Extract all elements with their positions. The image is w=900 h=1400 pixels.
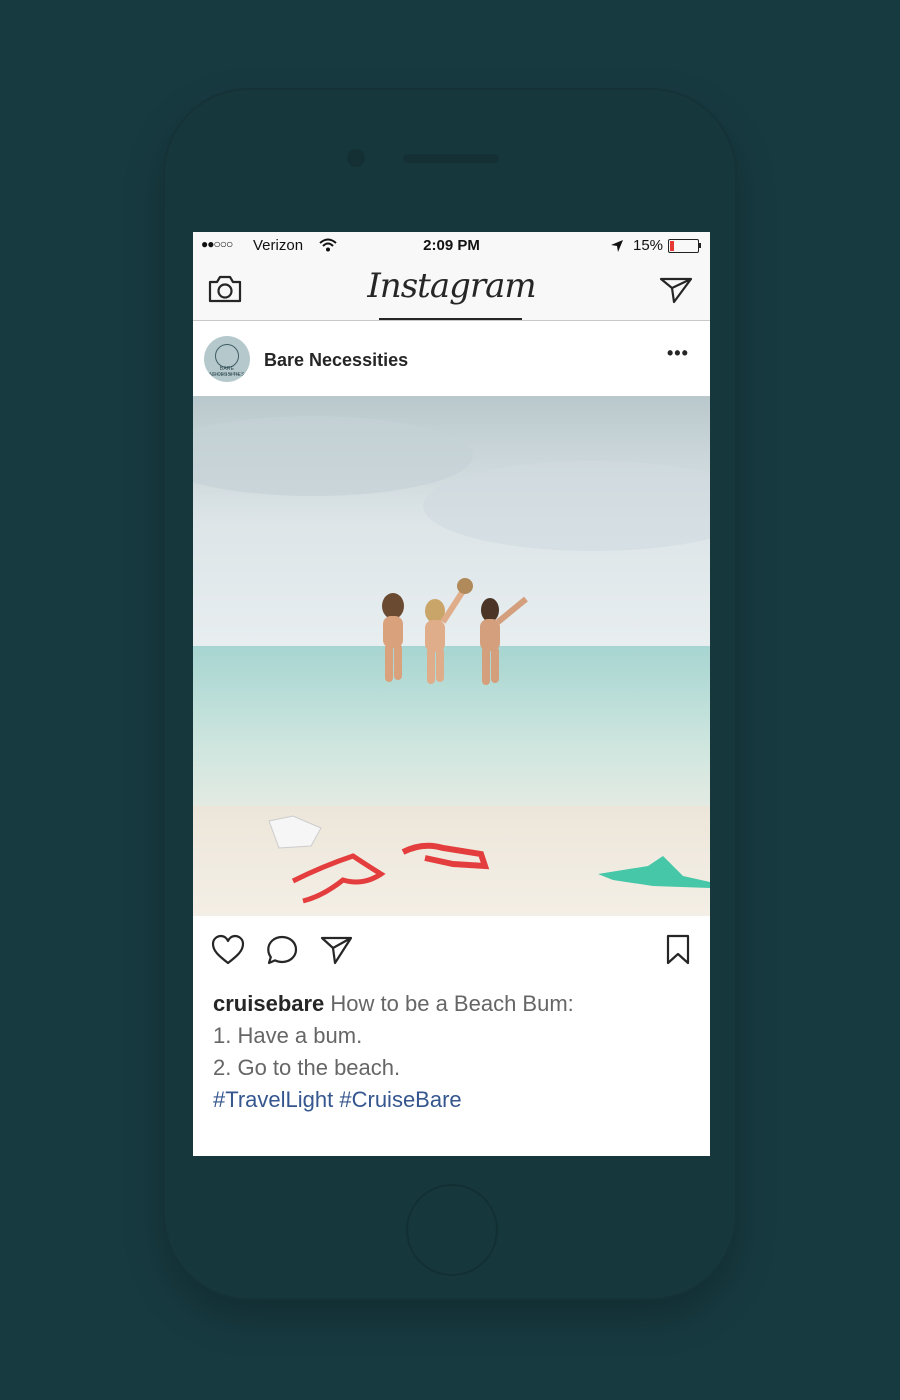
post-actions xyxy=(193,916,710,984)
caption-text-2: 1. Have a bum. xyxy=(213,1023,363,1048)
hashtag-travellight[interactable]: #TravelLight xyxy=(213,1087,333,1112)
sea xyxy=(193,646,710,816)
front-camera xyxy=(347,149,365,167)
battery-icon xyxy=(668,239,699,253)
avatar-text-sub: TOURS & TRAVEL xyxy=(214,372,240,376)
avatar-logo-mark xyxy=(215,344,239,368)
avatar[interactable]: BARE NECESSITIES TOURS & TRAVEL xyxy=(204,336,250,382)
post-header: BARE NECESSITIES TOURS & TRAVEL Bare Nec… xyxy=(193,321,710,396)
caption-text-3: 2. Go to the beach. xyxy=(213,1055,401,1080)
home-button[interactable] xyxy=(406,1184,498,1276)
instagram-logo: Instagram xyxy=(367,266,536,306)
paper-plane-icon[interactable] xyxy=(659,276,693,309)
figure-left xyxy=(382,593,404,682)
battery-cap xyxy=(699,243,701,248)
phone-screen: ●●○○○ Verizon 2:09 PM 15% Instagram BARE… xyxy=(193,232,710,1156)
bookmark-icon[interactable] xyxy=(665,934,691,971)
caption-hashtags: #TravelLight #CruiseBare xyxy=(213,1084,693,1116)
more-options-icon[interactable]: ••• xyxy=(667,343,689,364)
logo-underline xyxy=(379,318,522,320)
comment-icon[interactable] xyxy=(266,934,300,971)
post-account-name[interactable]: Bare Necessities xyxy=(264,350,408,371)
caption-line-1: cruisebare How to be a Beach Bum: xyxy=(213,988,693,1020)
location-arrow-icon xyxy=(610,239,624,257)
heart-icon[interactable] xyxy=(211,934,245,971)
post-caption: cruisebare How to be a Beach Bum: 1. Hav… xyxy=(213,988,693,1116)
share-icon[interactable] xyxy=(320,934,354,971)
battery-level xyxy=(670,241,675,251)
battery-percent: 15% xyxy=(633,237,664,254)
top-nav: Instagram xyxy=(193,258,710,321)
caption-username[interactable]: cruisebare xyxy=(213,991,324,1016)
post-photo[interactable] xyxy=(193,396,710,916)
status-bar: ●●○○○ Verizon 2:09 PM 15% xyxy=(193,232,710,258)
caption-text-1: How to be a Beach Bum: xyxy=(330,991,574,1016)
earpiece-speaker xyxy=(403,154,499,163)
hashtag-cruisebare[interactable]: #CruiseBare xyxy=(339,1087,461,1112)
